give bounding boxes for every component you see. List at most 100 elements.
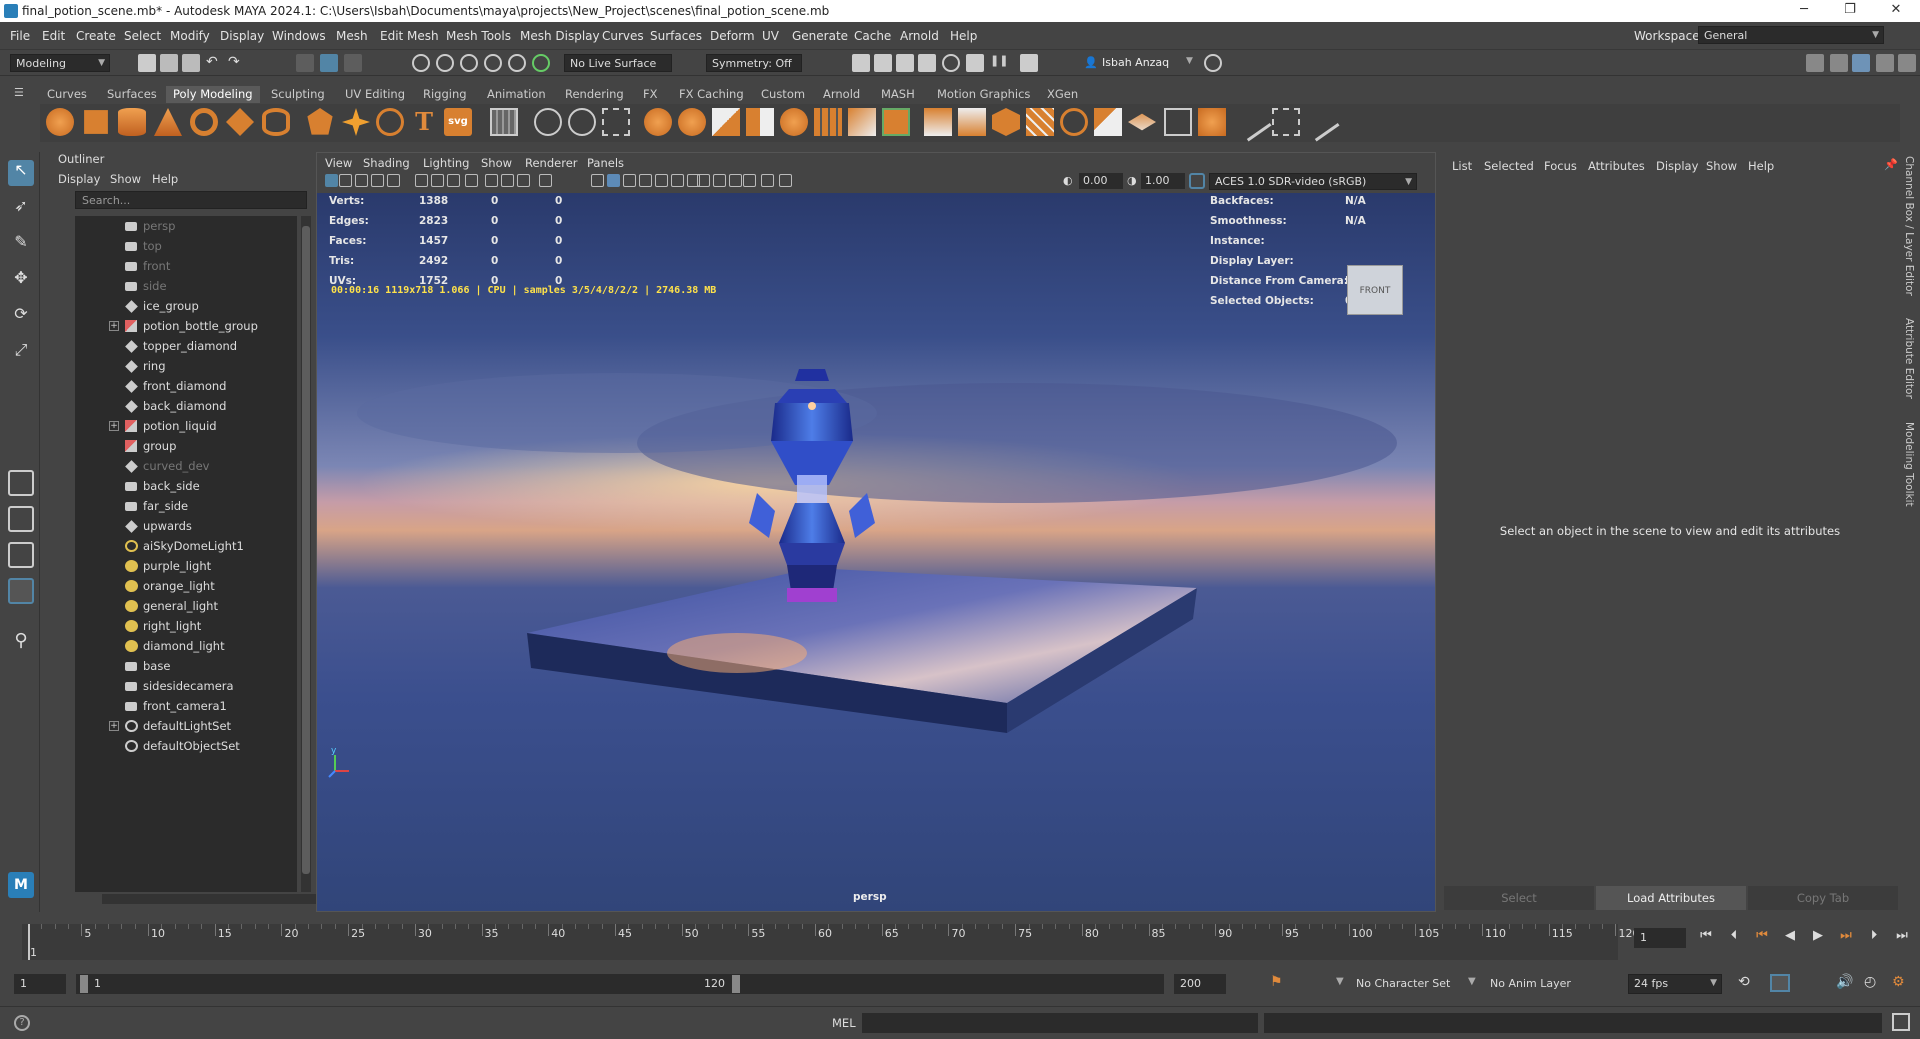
expand-icon[interactable]: + <box>109 321 119 331</box>
shelf-tab-fx-caching[interactable]: FX Caching <box>672 86 751 103</box>
poly-disc-icon[interactable] <box>262 108 290 136</box>
fps-dropdown[interactable]: 24 fps ▼ <box>1628 974 1722 994</box>
bevel-icon[interactable] <box>992 108 1020 136</box>
new-scene-icon[interactable] <box>138 54 156 72</box>
go-to-end-icon[interactable]: ⏭ <box>1892 928 1912 948</box>
shelf-tab-sculpting[interactable]: Sculpting <box>264 86 332 103</box>
mel-label[interactable]: MEL <box>832 1016 856 1030</box>
extract-icon[interactable] <box>746 108 774 136</box>
undo-icon[interactable]: ↶ <box>206 54 224 72</box>
shelf-tab-curves[interactable]: Curves <box>40 86 94 103</box>
type-tool-icon[interactable]: T <box>410 108 438 136</box>
outliner-item[interactable]: general_light <box>75 596 297 616</box>
shelf-tab-arnold[interactable]: Arnold <box>816 86 867 103</box>
pause-icon[interactable]: ❚❚ <box>990 54 1008 72</box>
preferences-icon[interactable]: ⚙ <box>1892 974 1905 990</box>
select-attr-button[interactable]: Select <box>1444 886 1594 910</box>
outliner-item[interactable]: + potion_bottle_group <box>75 316 297 336</box>
poly-sphere-icon[interactable] <box>46 108 74 136</box>
insert-edge-loop-icon[interactable] <box>1128 113 1156 131</box>
search-icon[interactable]: ⚲ <box>8 630 34 656</box>
sculpt-icon[interactable] <box>1232 102 1272 142</box>
offset-edge-loop-icon[interactable] <box>1164 108 1192 136</box>
outliner-item[interactable]: topper_diamond <box>75 336 297 356</box>
range-slider[interactable]: 1 120 <box>76 974 1164 994</box>
cb-menu-attributes[interactable]: Attributes <box>1588 159 1645 173</box>
outliner-item[interactable]: front_camera1 <box>75 696 297 716</box>
poke-icon[interactable] <box>1198 108 1226 136</box>
viewport-menu-view[interactable]: View <box>325 156 352 170</box>
menu-curves[interactable]: Curves <box>602 29 644 43</box>
range-end-handle[interactable] <box>732 975 740 993</box>
combine-mesh-icon[interactable] <box>1094 108 1122 136</box>
shelf-tab-rendering[interactable]: Rendering <box>558 86 631 103</box>
outliner-item[interactable]: ice_group <box>75 296 297 316</box>
shelf-tab-mash[interactable]: MASH <box>874 86 922 103</box>
attribute-editor-icon[interactable] <box>1876 54 1894 72</box>
menu-generate[interactable]: Generate <box>792 29 848 43</box>
colorspace-dropdown[interactable]: ACES 1.0 SDR-video (sRGB) ▼ <box>1209 173 1417 190</box>
shelf-tab-animation[interactable]: Animation <box>480 86 553 103</box>
two-sided-lighting-icon[interactable] <box>779 174 792 187</box>
menu-cache[interactable]: Cache <box>854 29 891 43</box>
field-chart-icon[interactable] <box>485 174 498 187</box>
image-plane-icon[interactable] <box>371 174 384 187</box>
shelf-tab-rigging[interactable]: Rigging <box>416 86 474 103</box>
bool-union-icon[interactable] <box>644 108 672 136</box>
snap-curve-icon[interactable] <box>436 54 454 72</box>
pause-viewport-icon[interactable] <box>1020 54 1038 72</box>
menu-mesh-display[interactable]: Mesh Display <box>520 29 600 43</box>
load-attributes-button[interactable]: Load Attributes <box>1596 886 1746 910</box>
outliner-item[interactable]: top <box>75 236 297 256</box>
menu-deform[interactable]: Deform <box>710 29 755 43</box>
chevron-down-icon[interactable]: ▼ <box>1186 56 1193 66</box>
safe-action-icon[interactable] <box>501 174 514 187</box>
current-frame-field[interactable]: 1 <box>1634 928 1686 948</box>
exposure-field[interactable]: 0.00 <box>1079 173 1123 189</box>
append-to-polygon-icon[interactable] <box>1026 108 1054 136</box>
outliner-item[interactable]: back_side <box>75 476 297 496</box>
menu-mesh-tools[interactable]: Mesh Tools <box>446 29 511 43</box>
menu-edit[interactable]: Edit <box>42 29 65 43</box>
mirror-icon[interactable] <box>712 108 740 136</box>
persp-outliner-layout-icon[interactable] <box>8 542 34 568</box>
auto-key-icon[interactable]: ⚑ <box>1270 974 1283 990</box>
smooth-shade-icon[interactable] <box>591 174 604 187</box>
expand-icon[interactable]: + <box>109 421 119 431</box>
go-to-start-icon[interactable]: ⏮ <box>1696 928 1716 948</box>
types-icon[interactable] <box>490 108 518 136</box>
gamma-field[interactable]: 1.00 <box>1141 173 1185 189</box>
menu-windows[interactable]: Windows <box>272 29 326 43</box>
hypershade-icon[interactable] <box>942 54 960 72</box>
key-settings-icon[interactable]: ▼ <box>1336 976 1344 987</box>
wireframe-icon[interactable] <box>539 174 552 187</box>
animation-start-field[interactable]: 1 <box>14 974 66 994</box>
menu-modify[interactable]: Modify <box>170 29 210 43</box>
shelf-tab-uv-editing[interactable]: UV Editing <box>338 86 412 103</box>
safe-title-icon[interactable] <box>517 174 530 187</box>
shelf-menu-icon[interactable]: ☰ <box>14 86 24 99</box>
outliner-item[interactable]: side <box>75 276 297 296</box>
triangulate-icon[interactable] <box>814 108 842 136</box>
menu-arnold[interactable]: Arnold <box>900 29 939 43</box>
cb-menu-list[interactable]: List <box>1452 159 1472 173</box>
scale-tool-icon[interactable]: ⤢ <box>8 340 34 366</box>
minimize-button[interactable]: ─ <box>1784 2 1824 20</box>
step-back-icon[interactable]: ⏴ <box>1724 928 1744 948</box>
bool-difference-icon[interactable] <box>678 108 706 136</box>
outliner-menu-help[interactable]: Help <box>152 172 178 186</box>
outliner-vertical-scrollbar[interactable] <box>301 216 311 892</box>
cb-menu-help[interactable]: Help <box>1748 159 1774 173</box>
shelf-tab-fx[interactable]: FX <box>636 86 665 103</box>
outliner-item[interactable]: aiSkyDomeLight1 <box>75 536 297 556</box>
outliner-item[interactable]: diamond_light <box>75 636 297 656</box>
resolution-gate-icon[interactable] <box>447 174 460 187</box>
channel-box-icon[interactable] <box>1852 54 1870 72</box>
step-forward-key-icon[interactable]: ⏭ <box>1836 928 1856 948</box>
tab-attribute-editor[interactable]: Attribute Editor <box>1903 318 1915 399</box>
play-forwards-icon[interactable]: ▶ <box>1808 928 1828 948</box>
menu-mesh[interactable]: Mesh <box>336 29 368 43</box>
select-tool-icon[interactable]: ↖ <box>8 160 34 186</box>
shelf-tab-custom[interactable]: Custom <box>754 86 812 103</box>
single-perspective-layout-icon[interactable] <box>8 470 34 496</box>
